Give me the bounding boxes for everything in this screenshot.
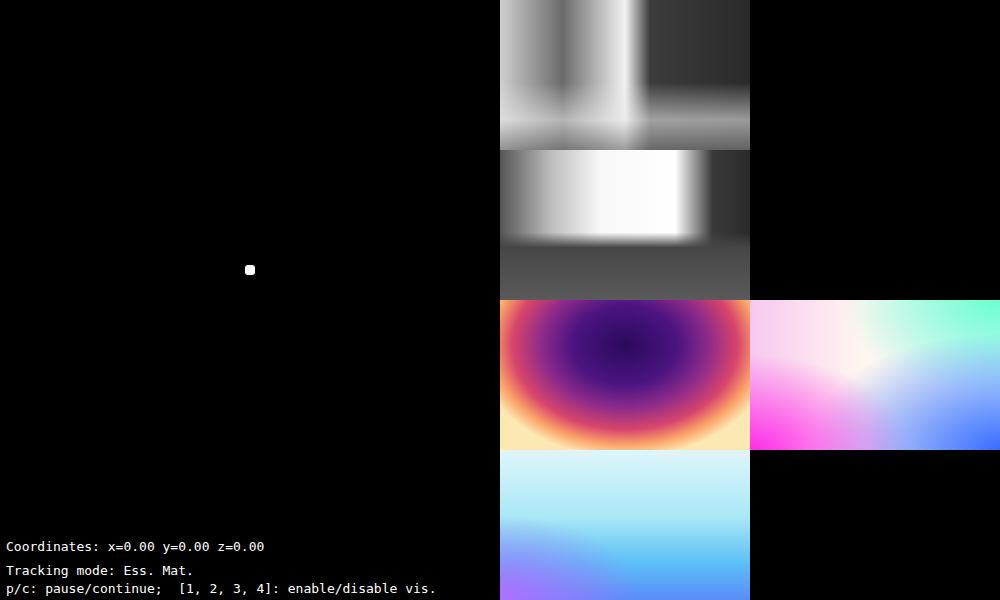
flow-b-panel: [500, 450, 750, 600]
tracking-mode-text: Tracking mode: Ess. Mat.: [6, 563, 494, 579]
trajectory-point: [245, 265, 255, 275]
empty-panel: [750, 150, 1000, 300]
camera-a-panel: [500, 0, 750, 150]
camera-b-panel: [500, 150, 750, 300]
trajectory-canvas: [0, 0, 500, 539]
trajectory-view: Coordinates: x=0.00 y=0.00 z=0.00 Trackin…: [0, 0, 500, 600]
empty-panel: [750, 0, 1000, 150]
coordinates-text: Coordinates: x=0.00 y=0.00 z=0.00: [6, 539, 494, 555]
visualization-grid: [500, 0, 1000, 600]
visual-odometry-window: Coordinates: x=0.00 y=0.00 z=0.00 Trackin…: [0, 0, 1000, 600]
flow-a-panel: [750, 300, 1000, 450]
depth-panel: [500, 300, 750, 450]
info-block: Coordinates: x=0.00 y=0.00 z=0.00 Trackin…: [0, 539, 500, 600]
empty-panel: [750, 450, 1000, 600]
help-text: p/c: pause/continue; [1, 2, 3, 4]: enabl…: [6, 581, 494, 597]
